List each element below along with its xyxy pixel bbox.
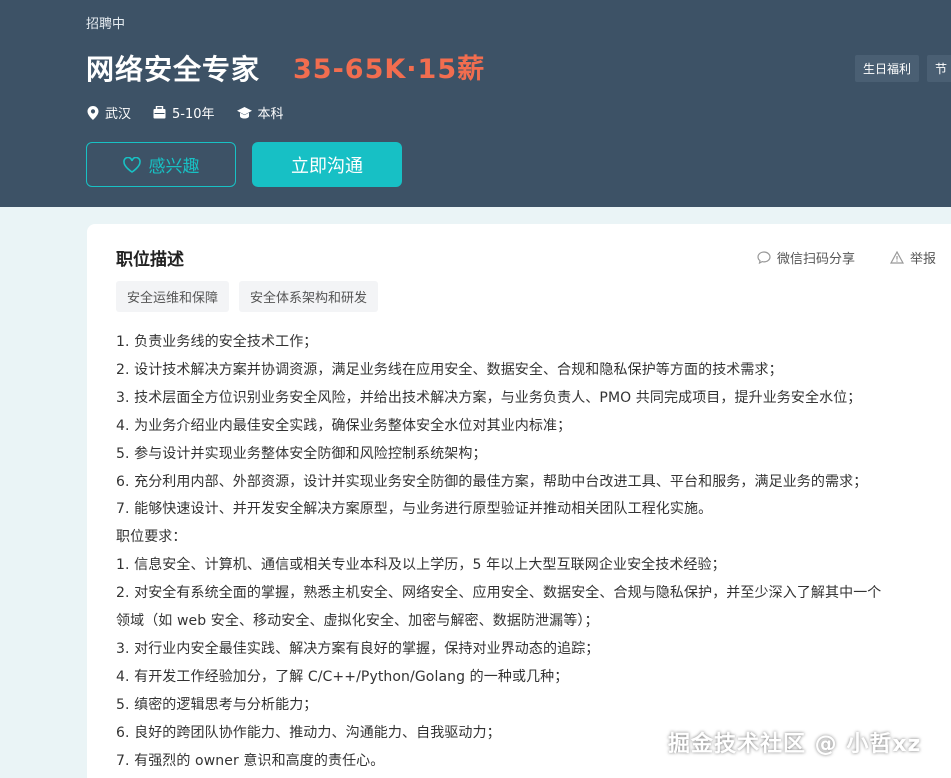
description-line: 3. 对行业内安全最佳实践、解决方案有良好的掌握，保持对业界动态的追踪； bbox=[116, 640, 600, 657]
skill-tags: 安全运维和保障 安全体系架构和研发 bbox=[116, 281, 379, 312]
chat-bubble-icon bbox=[757, 251, 771, 264]
job-description-card: 职位描述 微信扫码分享 举报 安全运维和保障 安全体系架构和研发 1. 负责业务… bbox=[87, 224, 951, 778]
location-text: 武汉 bbox=[105, 107, 132, 122]
section-title: 职位描述 bbox=[116, 250, 184, 270]
description-line: 5. 缜密的逻辑思考与分析能力； bbox=[116, 696, 318, 713]
benefit-tag: 生日福利 bbox=[855, 55, 920, 82]
meta-location: 武汉 bbox=[87, 103, 131, 122]
description-line: 5. 参与设计并实现业务整体安全防御和风险控制系统架构； bbox=[116, 445, 487, 462]
report-label: 举报 bbox=[910, 252, 937, 267]
salary: 35-65K·15薪 bbox=[293, 54, 486, 85]
briefcase-icon bbox=[153, 106, 166, 119]
graduation-cap-icon bbox=[236, 106, 252, 118]
job-header: 招聘中 网络安全专家 35-65K·15薪 生日福利 节 武汉 5-10年 本科… bbox=[0, 0, 951, 207]
heart-icon bbox=[122, 156, 141, 173]
description-line: 4. 有开发工作经验加分，了解 C/C++/Python/Golang 的一种或… bbox=[116, 668, 569, 685]
benefit-tags: 生日福利 节 bbox=[855, 55, 951, 82]
job-description-text: 1. 负责业务线的安全技术工作； 2. 设计技术解决方案并协调资源，满足业务线在… bbox=[116, 329, 946, 776]
share-label: 微信扫码分享 bbox=[777, 252, 856, 267]
warning-icon bbox=[890, 251, 904, 264]
skill-tag: 安全体系架构和研发 bbox=[239, 281, 379, 312]
location-pin-icon bbox=[87, 105, 99, 120]
meta-education: 本科 bbox=[236, 103, 284, 122]
description-line: 6. 充分利用内部、外部资源，设计并实现业务安全防御的最佳方案，帮助中台改进工具… bbox=[116, 473, 868, 490]
description-line: 2. 设计技术解决方案并协调资源，满足业务线在应用安全、数据安全、合规和隐私保护… bbox=[116, 361, 783, 378]
education-text: 本科 bbox=[257, 107, 284, 122]
requirements-heading: 职位要求： bbox=[116, 529, 187, 546]
report-link[interactable]: 举报 bbox=[890, 248, 936, 267]
description-line: 4. 为业务介绍业内最佳安全实践，确保业务整体安全水位对其业内标准； bbox=[116, 417, 572, 434]
description-line: 7. 能够快速设计、并开发安全解决方案原型，与业务进行原型验证并推动相关团队工程… bbox=[116, 501, 713, 518]
description-line: 领域（如 web 安全、移动安全、虚拟化安全、加密与解密、数据防泄漏等）； bbox=[116, 613, 599, 630]
meta-experience: 5-10年 bbox=[153, 103, 215, 122]
benefit-tag: 节 bbox=[927, 55, 951, 82]
skill-tag: 安全运维和保障 bbox=[116, 281, 230, 312]
experience-text: 5-10年 bbox=[172, 107, 215, 122]
wechat-share-link[interactable]: 微信扫码分享 bbox=[757, 248, 855, 267]
watermark: 掘金技术社区 @ 小哲xz bbox=[668, 732, 922, 757]
description-line: 1. 信息安全、计算机、通信或相关专业本科及以上学历，5 年以上大型互联网企业安… bbox=[116, 557, 726, 574]
interested-button[interactable]: 感兴趣 bbox=[86, 142, 236, 187]
interested-label: 感兴趣 bbox=[148, 157, 200, 176]
chat-now-button[interactable]: 立即沟通 bbox=[252, 142, 402, 187]
description-line: 1. 负责业务线的安全技术工作； bbox=[116, 334, 318, 350]
job-title: 网络安全专家 bbox=[86, 53, 261, 86]
recruiting-status: 招聘中 bbox=[86, 17, 126, 32]
description-line: 3. 技术层面全方位识别业务安全风险，并给出技术解决方案，与业务负责人、PMO … bbox=[116, 389, 862, 406]
job-meta: 武汉 5-10年 本科 bbox=[87, 103, 306, 122]
description-line: 2. 对安全有系统全面的掌握，熟悉主机安全、网络安全、应用安全、数据安全、合规与… bbox=[116, 585, 882, 602]
